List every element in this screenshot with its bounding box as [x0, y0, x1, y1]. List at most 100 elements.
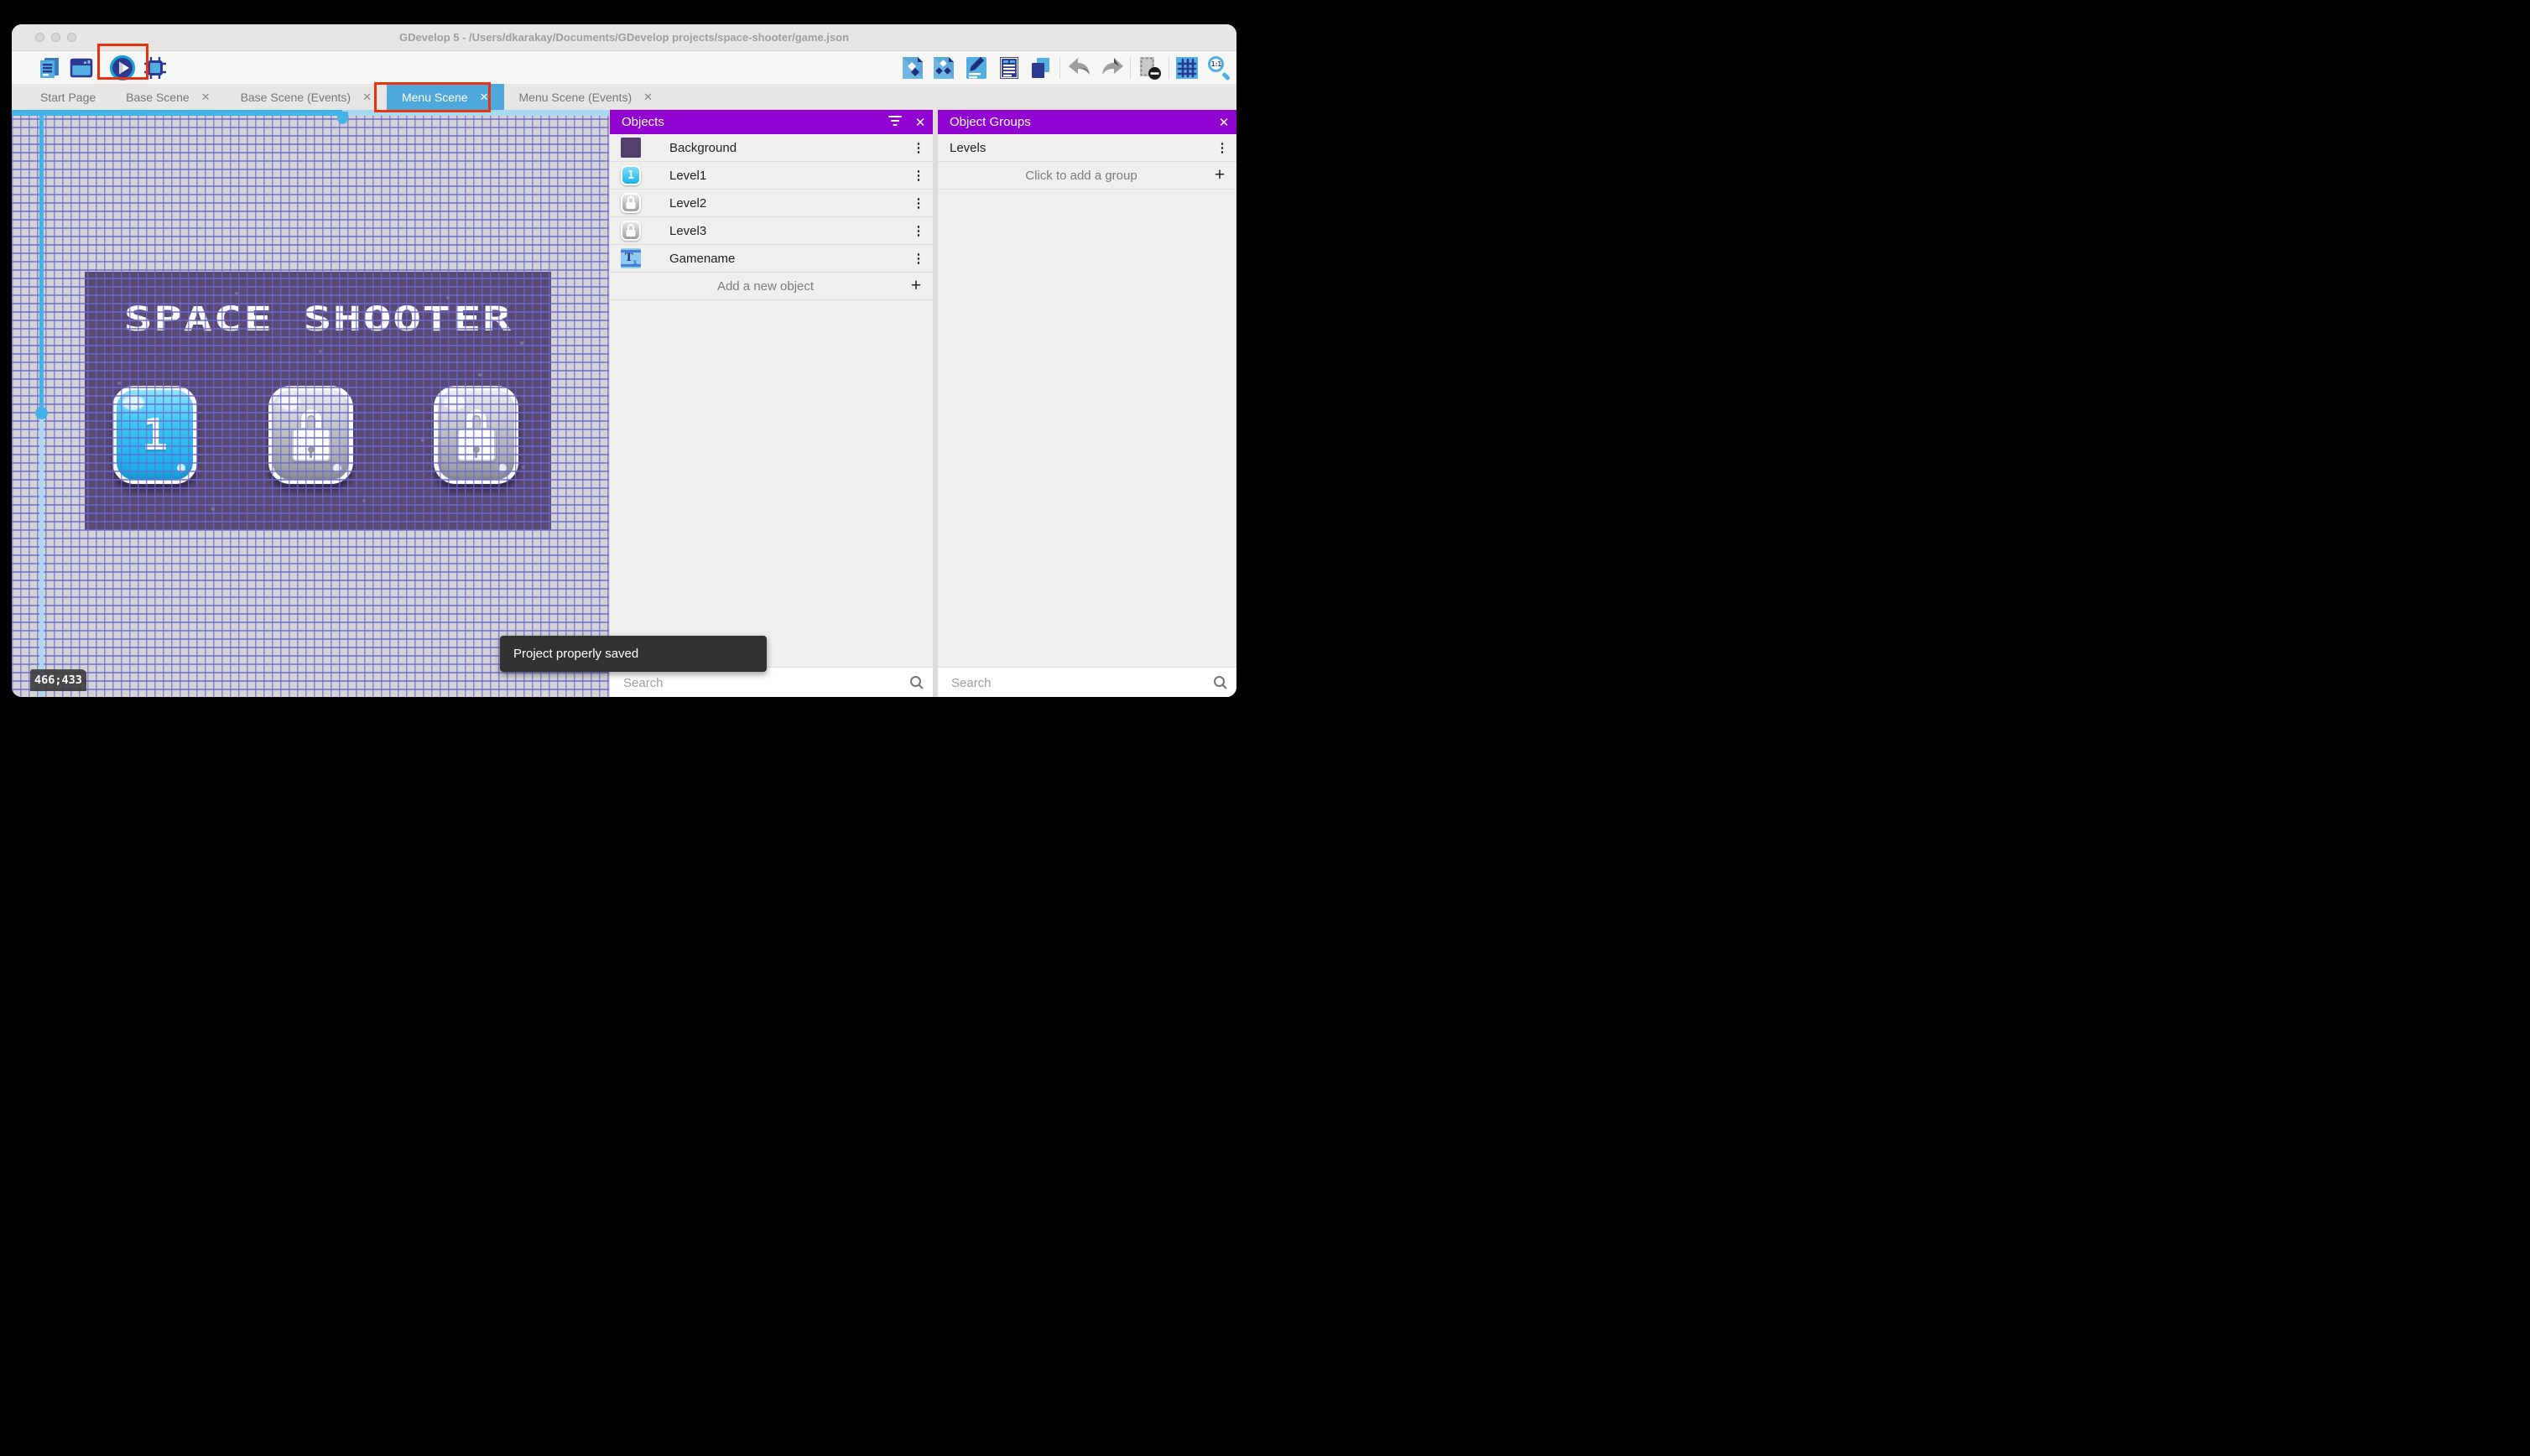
tab-label: Base Scene: [126, 90, 190, 104]
preview-window-icon: [69, 55, 94, 81]
starfield: [85, 272, 86, 273]
add-object-label: Add a new object: [716, 278, 815, 294]
add-object-plus-icon[interactable]: +: [899, 276, 933, 296]
gdevelop-window: GDevelop 5 - /Users/dkarakay/Documents/G…: [12, 24, 1236, 697]
tab-base-scene[interactable]: Base Scene ✕: [111, 84, 225, 110]
add-object-row[interactable]: Add a new object +: [610, 273, 933, 300]
tab-start-page[interactable]: Start Page: [25, 84, 111, 110]
object-menu-icon[interactable]: ⋮: [904, 168, 933, 183]
scene-editor-canvas[interactable]: SPACE SHOOTER 1 466;433: [12, 110, 609, 697]
project-manager-icon: [37, 55, 62, 81]
object-name: Background: [669, 140, 737, 155]
object-groups-search-input[interactable]: [950, 674, 1205, 691]
close-tab-icon[interactable]: ✕: [362, 91, 372, 104]
group-row-levels[interactable]: Levels ⋮: [938, 134, 1236, 162]
layers-editor-icon: [1028, 55, 1053, 81]
tab-base-scene-events[interactable]: Base Scene (Events) ✕: [226, 84, 387, 110]
close-panel-icon[interactable]: ✕: [1211, 115, 1236, 130]
debugger-button[interactable]: [142, 55, 169, 81]
open-instances-list-button[interactable]: [996, 55, 1023, 81]
vertical-scrollbar[interactable]: [35, 110, 48, 697]
level2-thumbnail: [621, 193, 641, 213]
level3-button-object[interactable]: [434, 386, 518, 484]
preview-window-button[interactable]: [68, 55, 95, 81]
add-group-plus-icon[interactable]: +: [1203, 165, 1236, 185]
close-tab-icon[interactable]: ✕: [201, 91, 211, 104]
play-preview-button[interactable]: [109, 55, 136, 81]
objects-panel: Objects ✕ Background ⋮ 1 Level1 ⋮ Level2: [610, 110, 933, 697]
add-group-label: Click to add a group: [1025, 168, 1137, 183]
zoom-original-icon: 1:1: [1207, 55, 1232, 81]
game-title-text[interactable]: SPACE SHOOTER: [12, 300, 609, 339]
object-groups-search-bar: [938, 667, 1236, 697]
search-icon: [901, 675, 933, 690]
object-name: Level1: [669, 168, 707, 183]
properties-icon: [965, 55, 988, 81]
undo-icon: [1066, 55, 1093, 81]
group-menu-icon[interactable]: ⋮: [1208, 140, 1236, 155]
level1-thumbnail: 1: [621, 165, 641, 185]
open-object-groups-editor-button[interactable]: [930, 55, 957, 81]
toolbar: 1:1: [12, 51, 1236, 84]
group-name: Levels: [950, 140, 986, 155]
object-menu-icon[interactable]: ⋮: [904, 140, 933, 155]
play-preview-icon: [109, 55, 136, 81]
objects-search-input[interactable]: [622, 674, 901, 691]
toggle-grid-button[interactable]: [1174, 55, 1200, 81]
horizontal-scrollbar[interactable]: [12, 110, 609, 124]
redo-button[interactable]: [1099, 55, 1126, 81]
open-objects-editor-button[interactable]: [899, 55, 926, 81]
object-row-level2[interactable]: Level2 ⋮: [610, 190, 933, 217]
close-tab-icon[interactable]: ✕: [643, 91, 653, 104]
object-menu-icon[interactable]: ⋮: [904, 223, 933, 238]
tab-label: Menu Scene (Events): [518, 90, 632, 104]
level-number: 1: [141, 409, 169, 460]
lock-icon: [291, 408, 331, 461]
zoom-ratio-label: 1:1: [1210, 60, 1221, 68]
lock-icon: [456, 408, 496, 461]
toggle-instance-mask-button[interactable]: [1137, 55, 1163, 81]
objects-panel-title: Objects: [622, 115, 664, 129]
vertical-scrollbar-handle[interactable]: [35, 407, 48, 419]
object-row-background[interactable]: Background ⋮: [610, 134, 933, 162]
add-group-row[interactable]: Click to add a group +: [938, 162, 1236, 190]
tab-menu-scene-events[interactable]: Menu Scene (Events) ✕: [504, 84, 669, 110]
tab-label: Start Page: [40, 90, 96, 104]
search-icon: [1205, 675, 1236, 690]
titlebar: GDevelop 5 - /Users/dkarakay/Documents/G…: [12, 24, 1236, 51]
close-panel-icon[interactable]: ✕: [908, 115, 933, 130]
instance-mask-icon: [1137, 55, 1163, 81]
level1-button-object[interactable]: 1: [112, 386, 197, 484]
grid-icon: [1174, 55, 1200, 81]
undo-button[interactable]: [1066, 55, 1093, 81]
level2-button-object[interactable]: [268, 386, 353, 484]
object-row-level1[interactable]: 1 Level1 ⋮: [610, 162, 933, 190]
close-tab-icon[interactable]: ✕: [480, 91, 489, 104]
horizontal-scrollbar-handle[interactable]: [337, 112, 348, 124]
object-menu-icon[interactable]: ⋮: [904, 251, 933, 266]
object-row-level3[interactable]: Level3 ⋮: [610, 217, 933, 245]
object-row-gamename[interactable]: Tx Gamename ⋮: [610, 245, 933, 273]
background-thumbnail: [621, 138, 641, 158]
cursor-coordinates-badge: 466;433: [30, 669, 86, 691]
object-menu-icon[interactable]: ⋮: [904, 195, 933, 211]
object-groups-panel-title: Object Groups: [950, 115, 1031, 129]
background-object[interactable]: SPACE SHOOTER 1: [85, 272, 551, 530]
object-name: Gamename: [669, 251, 736, 266]
main-content: SPACE SHOOTER 1 466;433 Objects ✕ Backgr…: [12, 110, 1236, 697]
object-name: Level2: [669, 195, 707, 211]
gamename-thumbnail: Tx: [621, 248, 641, 268]
object-groups-panel: Object Groups ✕ Levels ⋮ Click to add a …: [938, 110, 1236, 697]
open-layers-editor-button[interactable]: [1027, 55, 1054, 81]
toolbar-divider: [1059, 57, 1060, 79]
open-properties-panel-button[interactable]: [963, 55, 990, 81]
window-title: GDevelop 5 - /Users/dkarakay/Documents/G…: [398, 31, 850, 44]
object-groups-panel-header: Object Groups ✕: [938, 110, 1236, 134]
filter-icon[interactable]: [882, 115, 908, 129]
zoom-original-button[interactable]: 1:1: [1206, 55, 1233, 81]
objects-editor-icon: [901, 55, 924, 81]
toolbar-divider: [1130, 57, 1131, 79]
tab-label: Menu Scene: [401, 90, 468, 104]
project-manager-button[interactable]: [36, 55, 63, 81]
tab-menu-scene[interactable]: Menu Scene ✕: [386, 84, 504, 110]
